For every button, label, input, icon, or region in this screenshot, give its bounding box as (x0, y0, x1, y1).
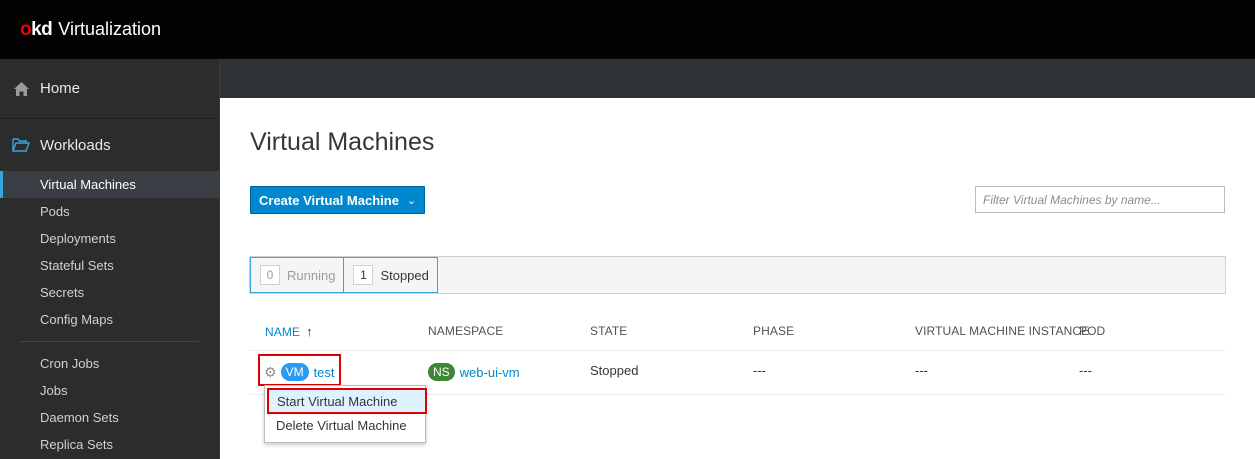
gear-icon[interactable]: ⚙ (264, 364, 277, 381)
sidebar-item-config-maps[interactable]: Config Maps (0, 306, 219, 333)
page-title: Virtual Machines (250, 128, 435, 156)
sidebar-item-stateful-sets[interactable]: Stateful Sets (0, 252, 219, 279)
home-icon (12, 81, 30, 96)
state-cell: Stopped (590, 363, 639, 378)
menu-item-delete-vm[interactable]: Delete Virtual Machine (265, 414, 425, 440)
app-name: Virtualization (58, 18, 162, 39)
nav-workloads-label: Workloads (40, 136, 111, 154)
create-button-label: Create Virtual Machine (259, 192, 399, 208)
sidebar-item-secrets[interactable]: Secrets (0, 279, 219, 306)
phase-cell: --- (753, 363, 766, 378)
sidebar: Home Workloads Virtual Machines Pods Dep… (0, 59, 220, 459)
running-label: Running (287, 267, 336, 283)
status-filter-bar: 0 Running 1 Stopped (249, 256, 1226, 294)
chevron-down-icon: ⌄ (406, 194, 417, 207)
create-virtual-machine-button[interactable]: Create Virtual Machine ⌄ (250, 186, 426, 214)
nav-divider (20, 341, 199, 342)
vm-name-link[interactable]: test (314, 365, 335, 380)
okd-logo: okd (20, 18, 53, 40)
running-count: 0 (260, 265, 280, 285)
content-toolbar (220, 59, 1255, 98)
namespace-cell: NS web-ui-vm (428, 363, 520, 381)
column-header-namespace[interactable]: NAMESPACE (428, 324, 503, 338)
status-filter-running[interactable]: 0 Running (250, 257, 345, 293)
brand[interactable]: okd Virtualization (20, 19, 161, 41)
sidebar-item-replica-sets[interactable]: Replica Sets (0, 431, 219, 458)
namespace-link[interactable]: web-ui-vm (460, 365, 520, 380)
sidebar-item-jobs[interactable]: Jobs (0, 377, 219, 404)
vmi-cell: --- (915, 363, 928, 378)
nav-home[interactable]: Home (0, 59, 219, 119)
stopped-label: Stopped (380, 267, 429, 283)
sidebar-item-cron-jobs[interactable]: Cron Jobs (0, 350, 219, 377)
sort-ascending-icon: ↑ (306, 324, 313, 339)
masthead: okd Virtualization (0, 0, 1255, 59)
vm-badge: VM (280, 363, 309, 381)
folder-open-icon (12, 138, 30, 152)
table-header: NAME ↑ NAMESPACE STATE PHASE VIRTUAL MACH… (250, 316, 1226, 351)
sidebar-item-daemon-sets[interactable]: Daemon Sets (0, 404, 219, 431)
ns-badge: NS (428, 363, 455, 381)
vm-actions-menu: Start Virtual Machine Delete Virtual Mac… (264, 385, 427, 443)
pod-cell: --- (1079, 363, 1092, 378)
sidebar-item-pods[interactable]: Pods (0, 198, 219, 225)
column-header-vmi[interactable]: VIRTUAL MACHINE INSTANCE (915, 324, 1089, 338)
column-header-phase[interactable]: PHASE (753, 324, 794, 338)
column-header-pod[interactable]: POD (1079, 324, 1105, 338)
column-header-state[interactable]: STATE (590, 324, 627, 338)
nav-home-label: Home (40, 80, 81, 97)
vm-name-cell: ⚙ VM test (264, 363, 335, 381)
stopped-count: 1 (353, 265, 374, 285)
nav-workloads[interactable]: Workloads (0, 119, 219, 171)
menu-item-start-vm[interactable]: Start Virtual Machine (267, 388, 427, 414)
sidebar-item-virtual-machines[interactable]: Virtual Machines (0, 171, 219, 198)
filter-input[interactable] (975, 186, 1225, 213)
status-filter-stopped[interactable]: 1 Stopped (344, 257, 438, 293)
column-header-name[interactable]: NAME ↑ (265, 324, 313, 339)
sidebar-item-deployments[interactable]: Deployments (0, 225, 219, 252)
